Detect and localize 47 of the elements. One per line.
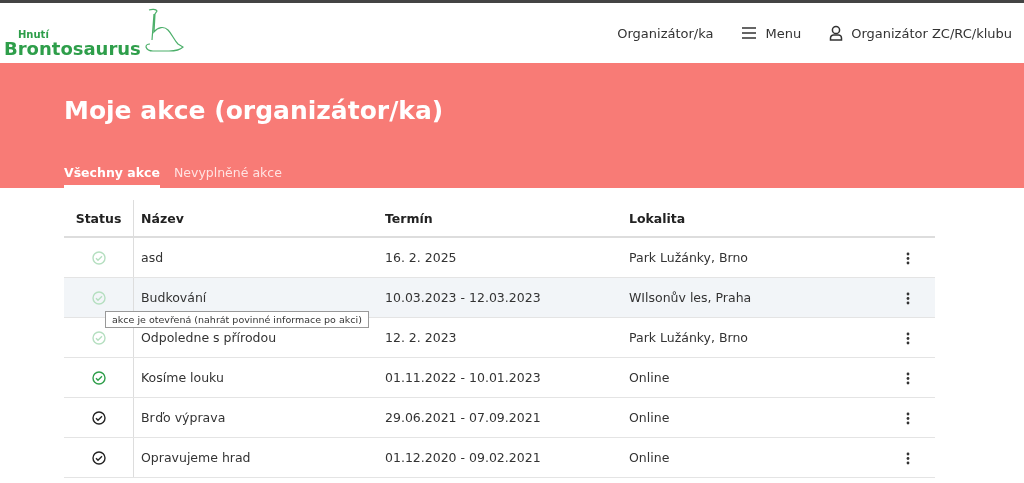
more-options-icon[interactable] [906, 292, 910, 305]
table-row[interactable]: Opravujeme hrad 01.12.2020 - 09.02.2021 Online [64, 437, 935, 478]
check-circle-icon [91, 251, 106, 266]
event-date: 10.03.2023 - 12.03.2023 [385, 290, 541, 305]
event-location: Park Lužánky, Brno [629, 330, 748, 345]
column-header: Status [75, 210, 122, 226]
column-header: Termín [385, 210, 433, 226]
table-row[interactable]: Brďo výprava 29.06.2021 - 07.09.2021 Online [64, 397, 935, 438]
menu-icon [741, 26, 758, 40]
user-icon [829, 25, 844, 41]
more-options-icon[interactable] [906, 412, 910, 425]
event-name: Kosíme louku [141, 370, 224, 385]
check-circle-icon [91, 411, 106, 426]
event-date: 01.12.2020 - 09.02.2021 [385, 450, 541, 465]
table-row[interactable]: Kosíme louku 01.11.2022 - 10.01.2023 Online [64, 357, 935, 398]
event-name: Brďo výprava [141, 410, 226, 425]
event-location: Park Lužánky, Brno [629, 250, 748, 265]
event-location: WIlsonův les, Praha [629, 290, 752, 305]
logo-subtitle: Hnutí [18, 30, 50, 40]
check-circle-icon [91, 291, 106, 306]
event-name: asd [141, 250, 164, 265]
nav-link[interactable]: Menu [741, 25, 802, 41]
nav-link[interactable]: Organizátor/ka [617, 25, 714, 41]
page-title: Moje akce (organizátor/ka) [64, 96, 445, 127]
event-name: Opravujeme hrad [141, 450, 251, 465]
logo-text: Brontosaurus [4, 40, 141, 58]
column-header: Lokalita [629, 210, 686, 226]
table-row[interactable]: asd 16. 2. 2025 Park Lužánky, Brno [64, 237, 935, 278]
event-name: Budkování [141, 290, 207, 305]
column-header: Název [141, 210, 184, 226]
event-location: Online [629, 450, 670, 465]
tooltip: akce je otevřená (nahrát povinné informace po akci) [105, 311, 369, 328]
more-options-icon[interactable] [906, 372, 910, 385]
event-location: Online [629, 410, 670, 425]
check-circle-icon [91, 451, 106, 466]
event-name: Odpoledne s přírodou [141, 330, 277, 345]
event-date: 12. 2. 2023 [385, 330, 457, 345]
nav-link[interactable]: Organizátor ZC/RC/klubu [829, 25, 1012, 41]
event-date: 16. 2. 2025 [385, 250, 457, 265]
event-date: 29.06.2021 - 07.09.2021 [385, 410, 541, 425]
more-options-icon[interactable] [906, 252, 910, 265]
event-date: 01.11.2022 - 10.01.2023 [385, 370, 541, 385]
event-location: Online [629, 370, 670, 385]
more-options-icon[interactable] [906, 452, 910, 465]
check-circle-icon [91, 331, 106, 346]
more-options-icon[interactable] [906, 332, 910, 345]
check-circle-icon [91, 371, 106, 386]
